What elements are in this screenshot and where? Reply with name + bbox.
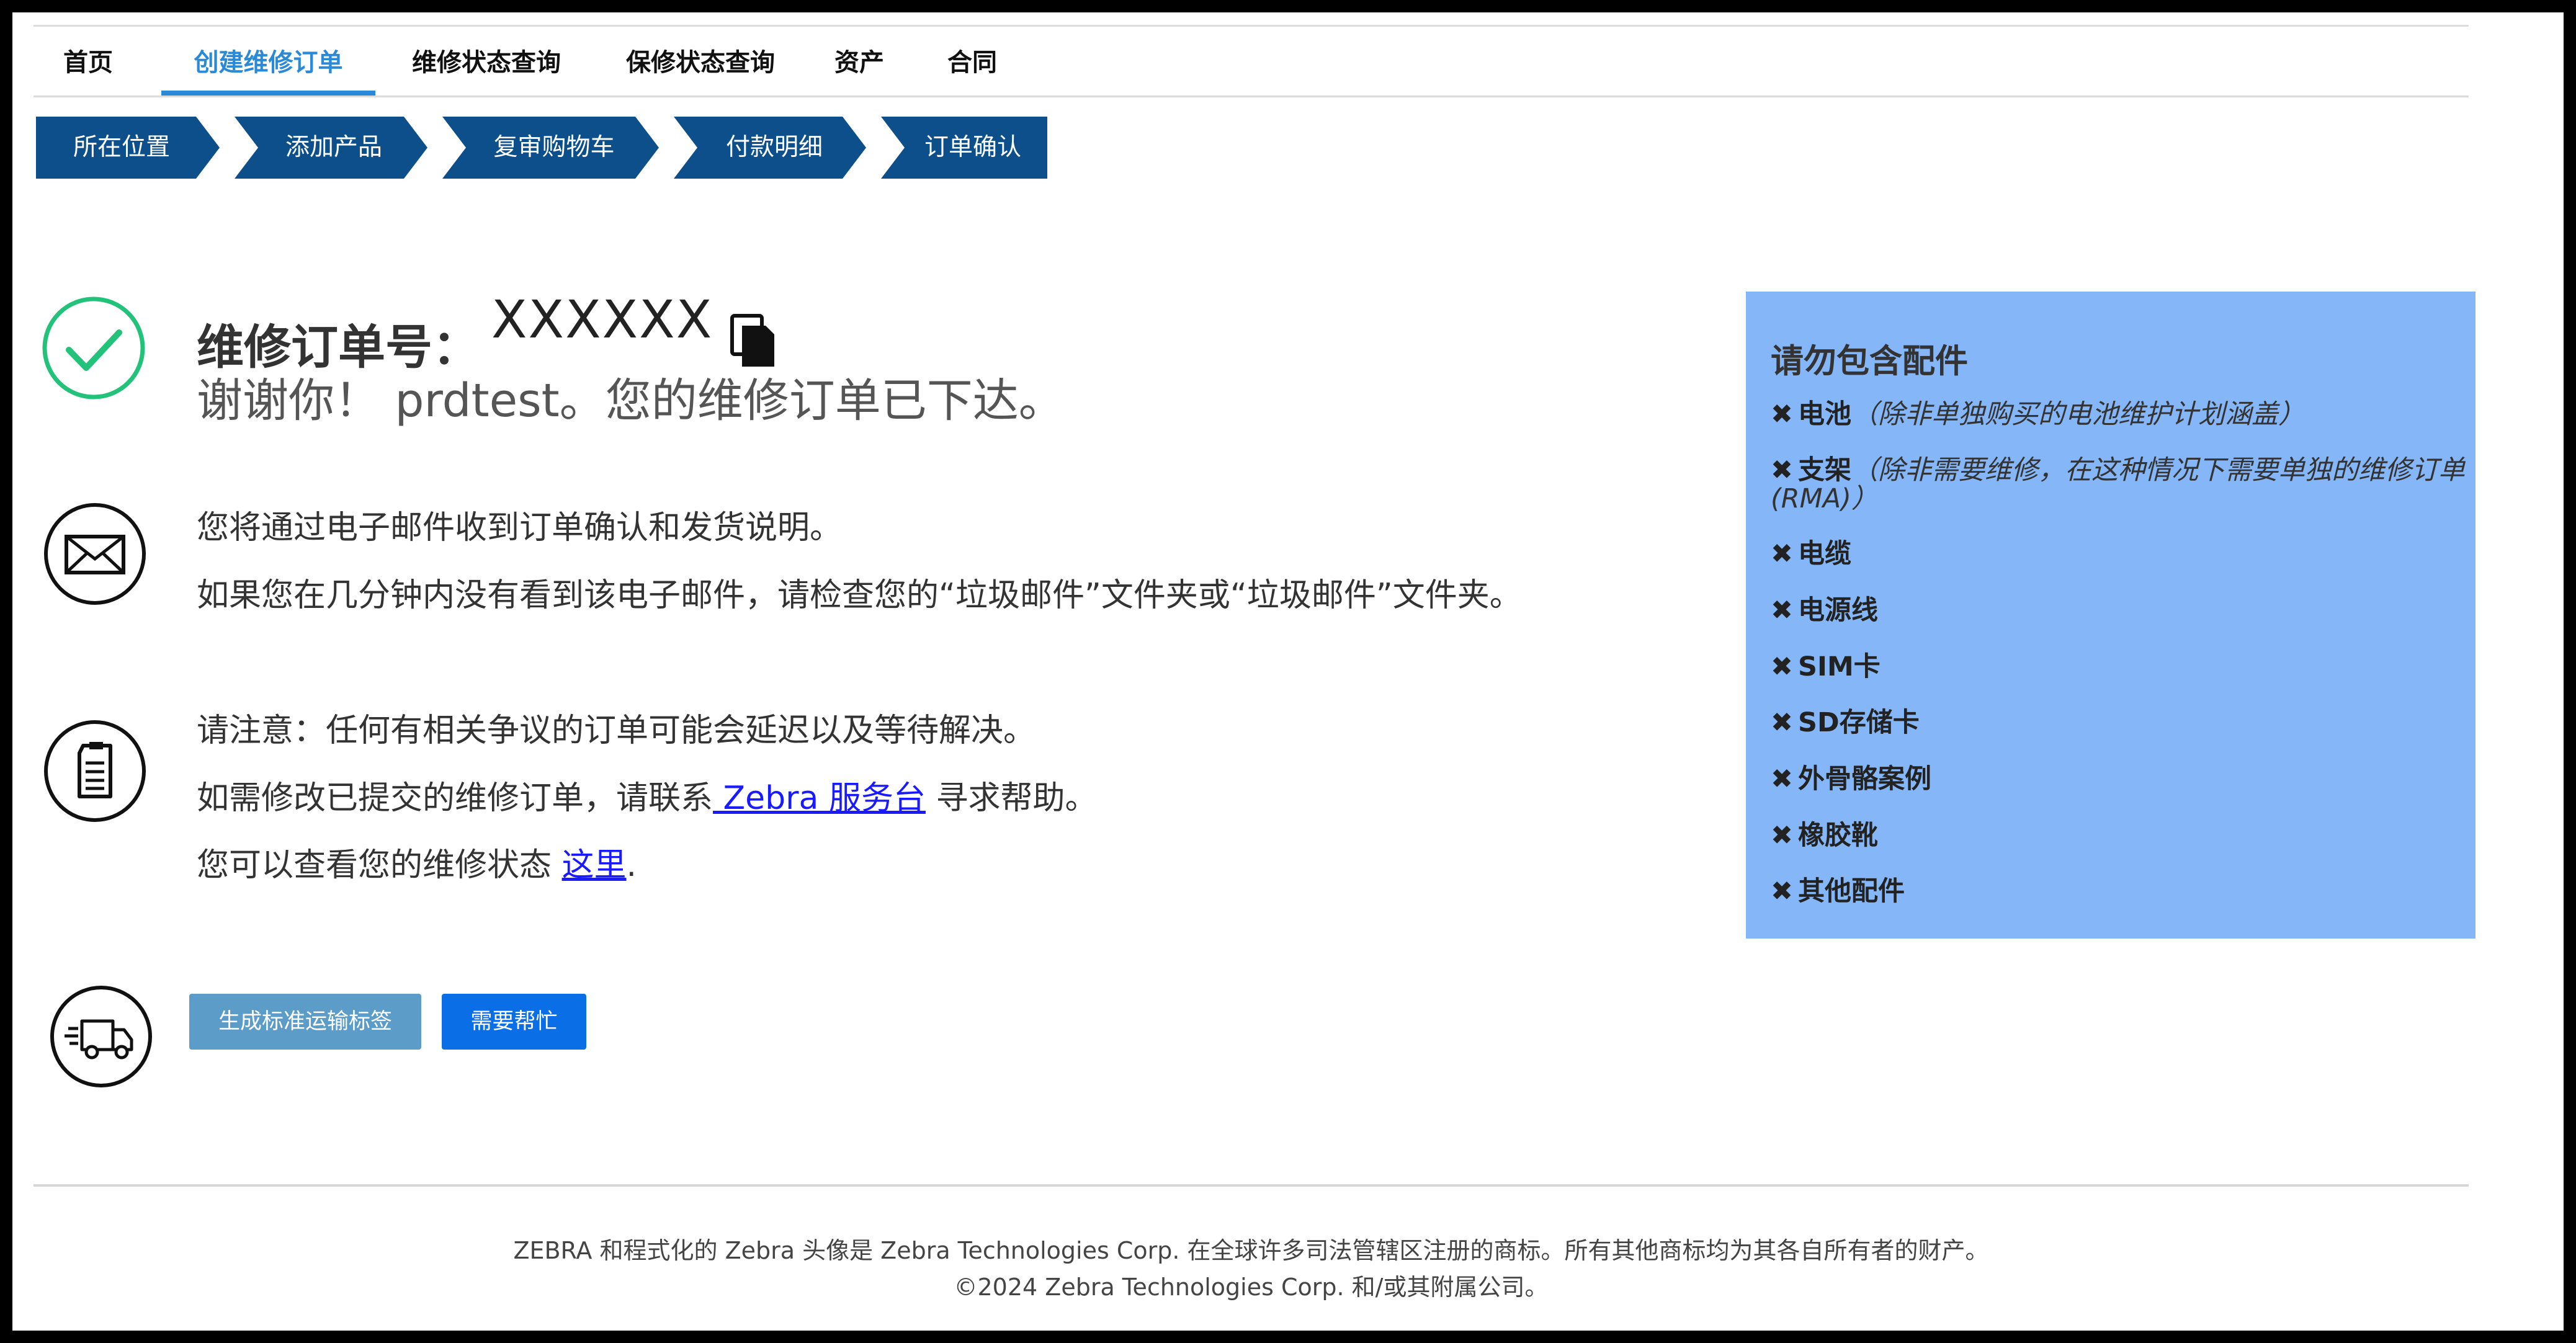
accessories-title: 请勿包含配件: [1771, 342, 1968, 380]
accessory-item: ✖ 支架（除非需要维修，在这种情况下需要单独的维修订单 (RMA)）: [1771, 455, 2466, 514]
accessory-item: ✖ SD存储卡: [1771, 707, 1920, 738]
step-review-cart: 复审购物车: [493, 133, 615, 161]
truck-icon: [50, 986, 152, 1087]
x-icon: ✖: [1771, 538, 1794, 569]
nav-warranty-status[interactable]: 保修状态查询: [607, 27, 794, 96]
accessory-item: ✖ 电源线: [1771, 595, 1879, 626]
thank-you-message: 谢谢你！ prdtest。您的维修订单已下达。: [197, 374, 1065, 427]
document-icon: [44, 720, 146, 822]
x-icon: ✖: [1771, 595, 1794, 626]
notice-line2-prefix: 如需修改已提交的维修订单，请联系: [197, 780, 713, 817]
service-desk-link[interactable]: Zebra 服务台: [713, 780, 926, 817]
x-icon: ✖: [1771, 651, 1794, 682]
order-number: XXXXXX: [491, 289, 713, 350]
notice-line1: 请注意：任何有相关争议的订单可能会延迟以及等待解决。: [197, 712, 1036, 749]
email-info-line2: 如果您在几分钟内没有看到该电子邮件，请检查您的“垃圾邮件”文件夹或“垃圾邮件”文…: [197, 577, 1522, 614]
page-content: 首页 创建维修订单 维修状态查询 保修状态查询 资产 合同 所在位置 添加产品 …: [34, 12, 2475, 1331]
x-icon: ✖: [1771, 764, 1794, 795]
footer-copyright: ©2024 Zebra Technologies Corp. 和/或其附属公司。: [954, 1274, 1549, 1301]
main-nav: 首页 创建维修订单 维修状态查询 保修状态查询 资产 合同: [34, 27, 2469, 97]
notice-line2: 如需修改已提交的维修订单，请联系 Zebra 服务台 寻求帮助。: [197, 772, 1097, 818]
notice-line3-prefix: 您可以查看您的维修状态: [197, 847, 562, 884]
repair-status-here-link[interactable]: 这里: [562, 847, 627, 884]
footer-divider: [34, 1184, 2469, 1187]
nav-contracts[interactable]: 合同: [938, 27, 1006, 96]
x-icon: ✖: [1771, 399, 1794, 430]
nav-assets[interactable]: 资产: [825, 27, 893, 96]
footer-trademark: ZEBRA 和程式化的 Zebra 头像是 Zebra Technologies…: [513, 1237, 1989, 1264]
accessories-panel: 请勿包含配件 ✖ 电池（除非单独购买的电池维护计划涵盖） ✖ 支架（除非需要维修，在…: [1746, 292, 2475, 939]
email-info-line1: 您将通过电子邮件收到订单确认和发货说明。: [197, 509, 843, 547]
notice-line3-suffix: .: [626, 847, 637, 884]
copy-icon[interactable]: [728, 313, 779, 369]
notice-line3: 您可以查看您的维修状态 这里.: [197, 839, 637, 885]
page-frame: 首页 创建维修订单 维修状态查询 保修状态查询 资产 合同 所在位置 添加产品 …: [12, 12, 2564, 1331]
nav-home[interactable]: 首页: [57, 27, 119, 96]
step-location: 所在位置: [73, 133, 170, 161]
need-help-button[interactable]: 需要帮忙: [442, 994, 586, 1050]
accessory-item: ✖ 电池（除非单独购买的电池维护计划涵盖）: [1771, 399, 2305, 430]
notice-line2-suffix: 寻求帮助。: [925, 780, 1098, 817]
x-icon: ✖: [1771, 820, 1794, 851]
nav-create-repair-order[interactable]: 创建维修订单: [161, 27, 375, 96]
step-add-product: 添加产品: [285, 133, 382, 161]
step-order-confirmation: 订单确认: [924, 133, 1021, 161]
check-circle-icon: [42, 297, 145, 399]
nav-repair-status[interactable]: 维修状态查询: [393, 27, 579, 96]
x-icon: ✖: [1771, 876, 1794, 907]
generate-shipping-label-button[interactable]: 生成标准运输标签: [189, 994, 421, 1050]
accessory-item: ✖ 橡胶靴: [1771, 820, 1879, 851]
x-icon: ✖: [1771, 455, 1794, 486]
x-icon: ✖: [1771, 707, 1794, 738]
step-payment-details: 付款明细: [725, 133, 823, 161]
accessory-item: ✖ SIM卡: [1771, 651, 1881, 682]
accessory-item: ✖ 外骨骼案例: [1771, 764, 1932, 795]
envelope-icon: [44, 503, 146, 605]
accessory-item: ✖ 电缆: [1771, 538, 1852, 569]
accessory-item: ✖ 其他配件: [1771, 876, 1905, 907]
